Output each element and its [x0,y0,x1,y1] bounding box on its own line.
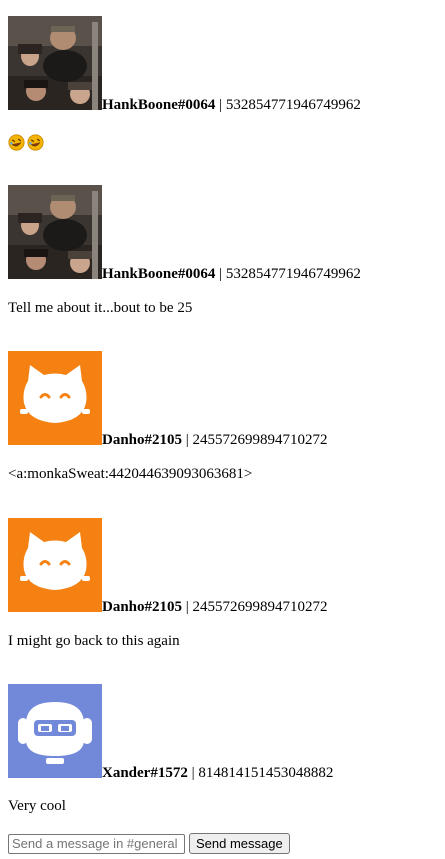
username: HankBoone#0064 [102,266,216,282]
message-meta: HankBoone#0064 | 532854771946749962 [102,266,361,283]
message: HankBoone#0064 | 532854771946749962 [8,16,361,151]
separator: | [191,765,195,781]
rofl-emoji-icon [8,134,25,151]
user-id: 814814151453048882 [198,765,334,781]
user-id: 245572699894710272 [192,599,328,615]
username: Danho#2105 [102,599,183,615]
separator: | [185,432,189,448]
orange-cat-avatar [8,351,102,445]
orange-cat-avatar [8,518,102,612]
message: Xander#1572 | 814814151453048882 Very co… [8,684,333,814]
message-meta: Danho#2105 | 245572699894710272 [102,432,328,449]
message-header: Xander#1572 | 814814151453048882 [8,684,333,781]
message: Danho#2105 | 245572699894710272 I might … [8,518,328,649]
message-meta: Danho#2105 | 245572699894710272 [102,599,328,616]
user-id: 532854771946749962 [225,266,361,282]
message-body [8,134,46,153]
user-id: 245572699894710272 [192,432,328,448]
message-text: Very cool [8,798,66,814]
separator: | [219,97,223,113]
separator: | [185,599,189,615]
blurple-robot-avatar [8,684,102,778]
user-photo-avatar [8,185,102,279]
rofl-emoji-icon [27,134,44,151]
user-id: 532854771946749962 [225,97,361,113]
message-meta: Xander#1572 | 814814151453048882 [102,765,333,782]
message-input[interactable] [8,833,185,854]
message-composer: Send message [8,833,290,854]
message-header: HankBoone#0064 | 532854771946749962 [8,185,361,282]
message-text: Tell me about it...bout to be 25 [8,300,193,316]
send-message-button[interactable]: Send message [189,833,290,854]
username: Xander#1572 [102,765,188,781]
message: Danho#2105 | 245572699894710272 <a:monka… [8,351,328,482]
message: HankBoone#0064 | 532854771946749962 Tell… [8,185,361,316]
message-text: <a:monkaSweat:442044639093063681> [8,466,253,482]
username: HankBoone#0064 [102,97,216,113]
username: Danho#2105 [102,432,183,448]
separator: | [219,266,223,282]
message-meta: HankBoone#0064 | 532854771946749962 [102,97,361,114]
message-header: Danho#2105 | 245572699894710272 [8,351,328,448]
message-header: HankBoone#0064 | 532854771946749962 [8,16,361,113]
user-photo-avatar [8,16,102,110]
message-header: Danho#2105 | 245572699894710272 [8,518,328,615]
message-text: I might go back to this again [8,633,180,649]
